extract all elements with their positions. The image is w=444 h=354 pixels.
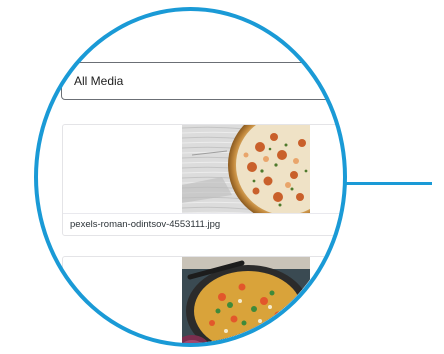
media-thumbnail[interactable] xyxy=(182,125,310,213)
card-divider xyxy=(63,213,343,214)
media-type-select[interactable]: All Media xyxy=(61,62,343,100)
zoom-callout: All Media pexels-roman-odintsov-4553111.… xyxy=(0,0,444,354)
media-item-card[interactable]: pexels-roman-odintsov-4553111.jpg xyxy=(62,124,343,236)
media-type-select-value: All Media xyxy=(74,74,124,88)
media-filename: pexels-roman-odintsov-4553111.jpg xyxy=(70,219,221,230)
media-item-card[interactable] xyxy=(62,256,343,343)
callout-connector-line xyxy=(343,182,432,185)
magnifier-lens: All Media pexels-roman-odintsov-4553111.… xyxy=(36,9,343,343)
pizza-photo xyxy=(182,125,310,213)
paella-photo xyxy=(182,257,310,343)
media-thumbnail[interactable] xyxy=(182,257,310,343)
